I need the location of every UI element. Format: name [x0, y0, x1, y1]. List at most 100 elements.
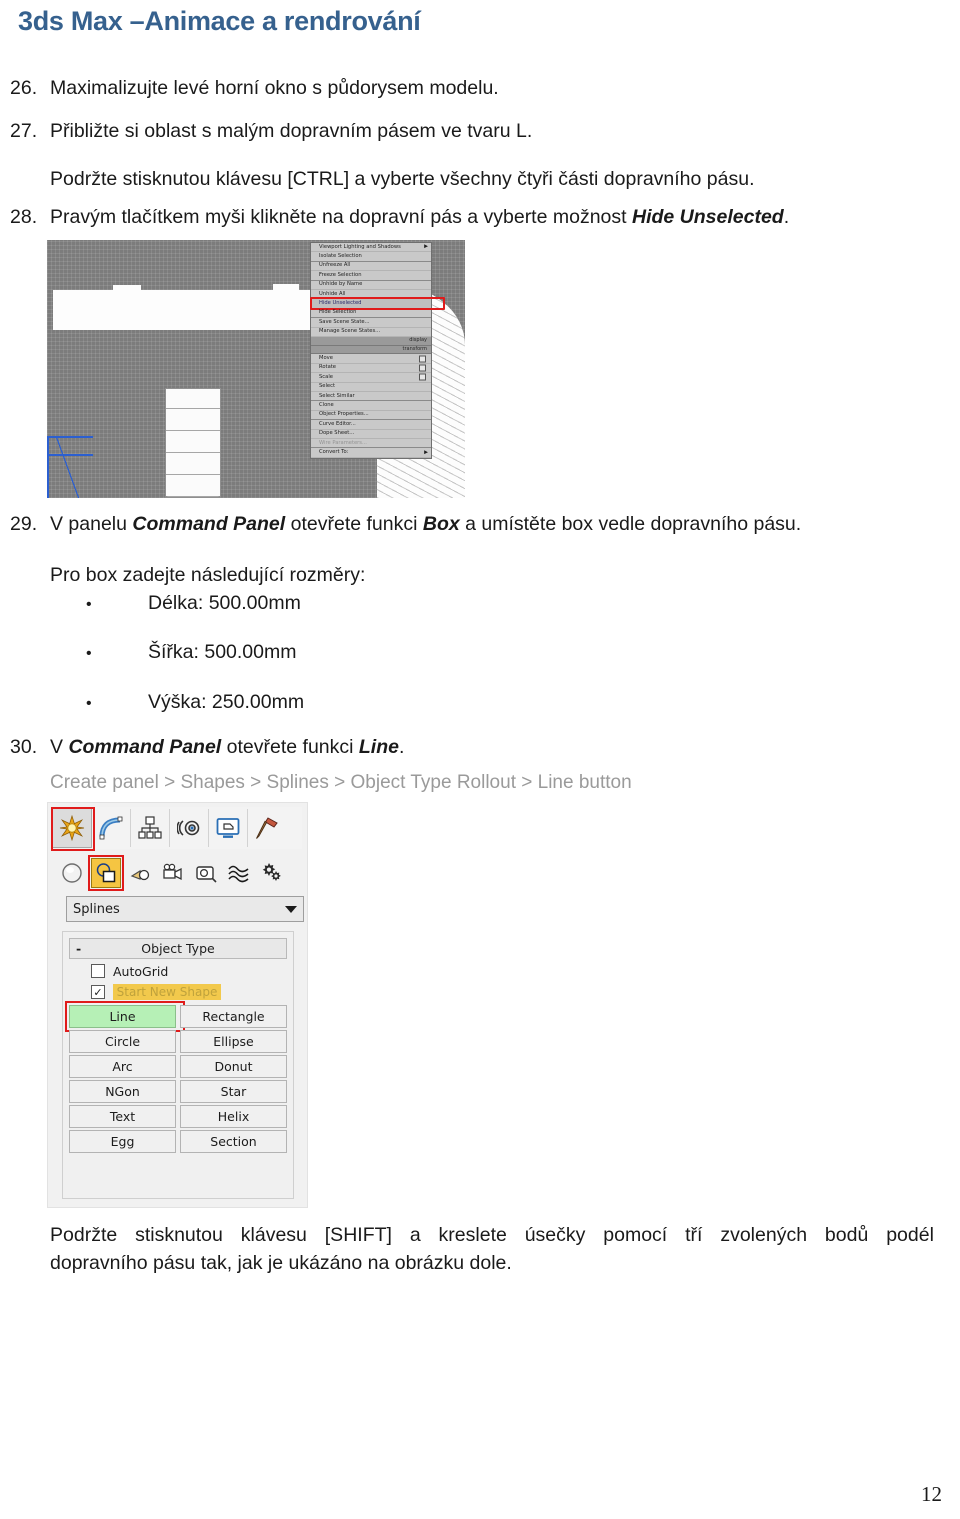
- monitor-icon: [216, 818, 240, 838]
- menu-item-unfreeze-all[interactable]: Unfreeze All: [311, 262, 431, 272]
- figure-command-panel: Splines - Object Type AutoGrid ✓ Start N…: [47, 802, 308, 1208]
- step-26-text: Maximalizujte levé horní okno s půdoryse…: [50, 77, 499, 99]
- step-29-text: V panelu Command Panel otevřete funkci B…: [50, 512, 942, 536]
- menu-item-convert-to[interactable]: Convert To: ▶: [311, 448, 431, 458]
- ellipse-button[interactable]: Ellipse: [180, 1030, 287, 1053]
- menu-item-dope-sheet[interactable]: Dope Sheet...: [311, 430, 431, 439]
- helix-button[interactable]: Helix: [180, 1105, 287, 1128]
- gears-icon: [262, 863, 281, 881]
- menu-item-freeze-selection-label: Freeze Selection: [319, 271, 362, 278]
- text-button[interactable]: Text: [69, 1105, 176, 1128]
- display-tab[interactable]: [209, 809, 248, 847]
- menu-item-scale-label: Scale: [319, 373, 333, 380]
- egg-button[interactable]: Egg: [69, 1130, 176, 1153]
- helix-button-label: Helix: [217, 1109, 250, 1124]
- autogrid-checkbox[interactable]: [91, 964, 105, 978]
- step-30-text: V Command Panel otevřete funkci Line.: [50, 735, 942, 759]
- ngon-button[interactable]: NGon: [69, 1080, 176, 1103]
- menu-item-curve-editor[interactable]: Curve Editor...: [311, 420, 431, 430]
- ngon-button-label: NGon: [105, 1084, 140, 1099]
- menu-item-rotate[interactable]: Rotate: [311, 364, 431, 374]
- rotate-settings-checkbox-icon[interactable]: [419, 364, 426, 372]
- menu-item-move-label: Move: [319, 355, 333, 362]
- line-button[interactable]: Line: [65, 1001, 185, 1032]
- step-27-note: Podržte stisknutou klávesu [CTRL] a vybe…: [50, 168, 755, 190]
- menu-item-unhide-all[interactable]: Unhide All: [311, 290, 431, 300]
- menu-item-select-similar-label: Select Similar: [319, 392, 355, 399]
- menu-item-clone[interactable]: Clone: [311, 401, 431, 411]
- light-bulb-icon: [130, 869, 150, 881]
- motion-rings-icon: [177, 820, 200, 836]
- egg-button-label: Egg: [110, 1134, 135, 1149]
- menu-item-scale[interactable]: Scale: [311, 373, 431, 383]
- donut-button[interactable]: Donut: [180, 1055, 287, 1078]
- geometry-button[interactable]: [58, 859, 86, 887]
- step-28-text: Pravým tlačítkem myši klikněte na doprav…: [50, 205, 942, 229]
- systems-button[interactable]: [258, 859, 286, 887]
- shapes-overlap-icon: [96, 863, 116, 883]
- menu-item-move[interactable]: Move: [311, 354, 431, 364]
- closing-word: a: [409, 1224, 421, 1246]
- menu-item-unhide-by-name[interactable]: Unhide by Name: [311, 281, 431, 290]
- menu-item-curve-editor-label: Curve Editor...: [319, 420, 356, 427]
- step-30: 30. V Command Panel otevřete funkci Line…: [10, 735, 942, 759]
- step-30-emphasis-line: Line: [358, 736, 399, 758]
- autogrid-label: AutoGrid: [113, 963, 169, 979]
- subcategory-strip: [58, 855, 302, 891]
- object-type-header[interactable]: - Object Type: [69, 938, 287, 959]
- helpers-button[interactable]: [192, 859, 220, 887]
- category-tab-strip: [51, 807, 302, 851]
- move-settings-checkbox-icon[interactable]: [419, 355, 426, 363]
- category-select[interactable]: Splines: [66, 896, 304, 922]
- step-28-text-before: Pravým tlačítkem myši klikněte na doprav…: [50, 206, 632, 228]
- scale-settings-checkbox-icon[interactable]: [419, 373, 426, 381]
- step-30-text-a: V: [50, 736, 69, 758]
- step-29-text-a: V panelu: [50, 513, 133, 535]
- menu-item-hide-selection[interactable]: Hide Selection: [311, 309, 431, 319]
- lights-button[interactable]: [126, 859, 154, 887]
- menu-item-hide-unselected[interactable]: Hide Unselected: [311, 299, 431, 309]
- collapse-icon[interactable]: -: [76, 941, 81, 956]
- step-28-text-after: .: [783, 206, 790, 228]
- start-new-shape-checkbox[interactable]: ✓: [91, 985, 105, 999]
- quad-menu[interactable]: Viewport Lighting and Shadows ▶ Isolate …: [310, 242, 445, 459]
- step-26-number: 26.: [10, 77, 38, 99]
- hierarchy-tab[interactable]: [131, 809, 170, 847]
- menu-item-select-similar[interactable]: Select Similar: [311, 392, 431, 402]
- camera-icon: [163, 863, 182, 881]
- box-dimension-width: • Šířka: 500.00mm: [86, 641, 942, 664]
- star-button[interactable]: Star: [180, 1080, 287, 1103]
- waves-icon: [228, 865, 249, 883]
- create-tab[interactable]: [51, 807, 95, 851]
- motion-tab[interactable]: [170, 809, 209, 847]
- utilities-tab[interactable]: [248, 809, 286, 847]
- space-warps-button[interactable]: [225, 859, 253, 887]
- step-28: 28. Pravým tlačítkem myši klikněte na do…: [10, 205, 942, 229]
- rectangle-button[interactable]: Rectangle: [180, 1005, 287, 1028]
- menu-item-rotate-label: Rotate: [319, 364, 336, 371]
- menu-item-select[interactable]: Select: [311, 383, 431, 393]
- page-title: 3ds Max –Animace a rendrování: [18, 6, 421, 36]
- box-dimension-length: • Délka: 500.00mm: [86, 592, 942, 615]
- cameras-button[interactable]: [159, 859, 187, 887]
- step-26: 26. Maximalizujte levé horní okno s půdo…: [10, 76, 942, 100]
- menu-item-viewport-lighting[interactable]: Viewport Lighting and Shadows ▶: [311, 243, 431, 253]
- menu-item-isolate-selection[interactable]: Isolate Selection: [311, 252, 431, 262]
- shapes-button[interactable]: [88, 855, 124, 891]
- step-29-number: 29.: [10, 513, 38, 535]
- start-new-shape-row[interactable]: ✓ Start New Shape: [69, 983, 287, 1001]
- bullet-icon: •: [86, 596, 92, 613]
- menu-item-object-properties[interactable]: Object Properties...: [311, 411, 431, 421]
- closing-word: kreslete: [438, 1224, 507, 1246]
- menu-item-save-scene-state[interactable]: Save Scene State...: [311, 318, 431, 328]
- modify-tab[interactable]: [92, 809, 131, 847]
- menu-item-manage-scene-states[interactable]: Manage Scene States...: [311, 328, 431, 337]
- circle-button[interactable]: Circle: [69, 1030, 176, 1053]
- menu-item-freeze-selection[interactable]: Freeze Selection: [311, 271, 431, 281]
- menu-item-dope-sheet-label: Dope Sheet...: [319, 430, 355, 437]
- closing-word: stisknutou: [135, 1224, 223, 1246]
- section-button[interactable]: Section: [180, 1130, 287, 1153]
- autogrid-row[interactable]: AutoGrid: [69, 962, 287, 980]
- arc-button[interactable]: Arc: [69, 1055, 176, 1078]
- section-button-label: Section: [210, 1134, 257, 1149]
